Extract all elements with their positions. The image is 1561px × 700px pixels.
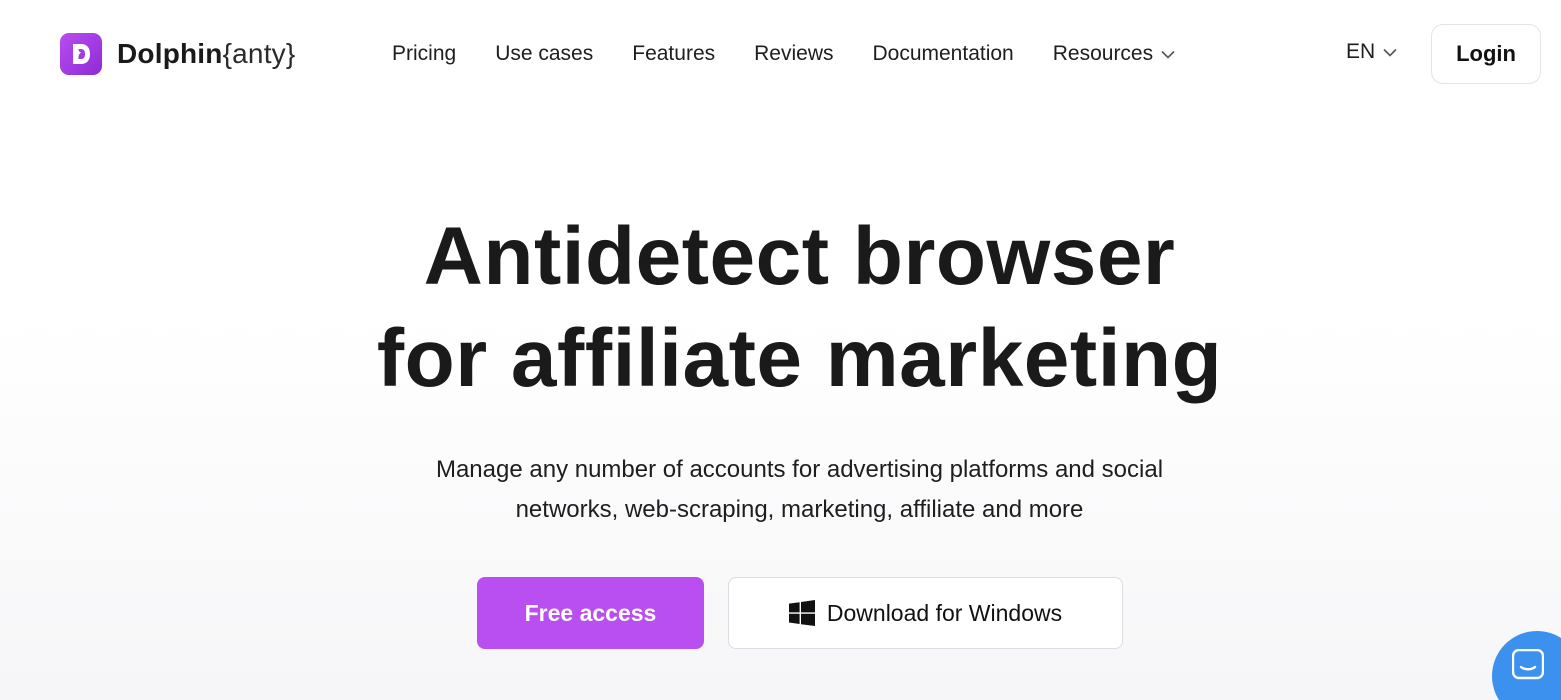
hero-title: Antidetect browser for affiliate marketi… [0, 206, 1561, 410]
hero-title-line-1: Antidetect browser [423, 211, 1176, 302]
hero-subtitle-line-1: Manage any number of accounts for advert… [435, 456, 1164, 483]
dolphin-logo-icon [60, 33, 102, 75]
chevron-down-icon [1161, 50, 1175, 59]
nav-reviews[interactable]: Reviews [754, 42, 833, 66]
chat-widget-button[interactable] [1492, 631, 1561, 700]
login-button[interactable]: Login [1431, 24, 1541, 84]
nav-documentation[interactable]: Documentation [872, 42, 1013, 66]
download-windows-label: Download for Windows [826, 599, 1063, 626]
site-header: Dolphin {anty} Pricing Use cases Features… [0, 0, 1561, 108]
logo-brand-suffix: {anty} [222, 38, 296, 69]
language-selector[interactable]: EN [1346, 40, 1397, 64]
language-label: EN [1346, 40, 1376, 63]
logo-brand-name: Dolphin [117, 38, 223, 69]
chevron-down-icon [1383, 48, 1397, 57]
hero-title-line-2: for affiliate marketing [376, 313, 1223, 404]
free-access-button[interactable]: Free access [477, 577, 704, 649]
main-nav: Pricing Use cases Features Reviews Docum… [392, 40, 1214, 68]
hero-subtitle-line-2: networks, web-scraping, marketing, affil… [515, 496, 1084, 523]
nav-features[interactable]: Features [632, 42, 715, 66]
windows-icon [788, 600, 815, 626]
logo-wordmark: Dolphin {anty} [117, 38, 295, 70]
chat-icon [1511, 648, 1545, 686]
nav-resources[interactable]: Resources [1053, 42, 1175, 66]
hero-subtitle: Manage any number of accounts for advert… [0, 450, 1561, 530]
nav-pricing[interactable]: Pricing [392, 42, 456, 66]
logo[interactable]: Dolphin {anty} [60, 33, 295, 75]
nav-use-cases[interactable]: Use cases [495, 42, 593, 66]
download-windows-button[interactable]: Download for Windows [728, 577, 1123, 649]
